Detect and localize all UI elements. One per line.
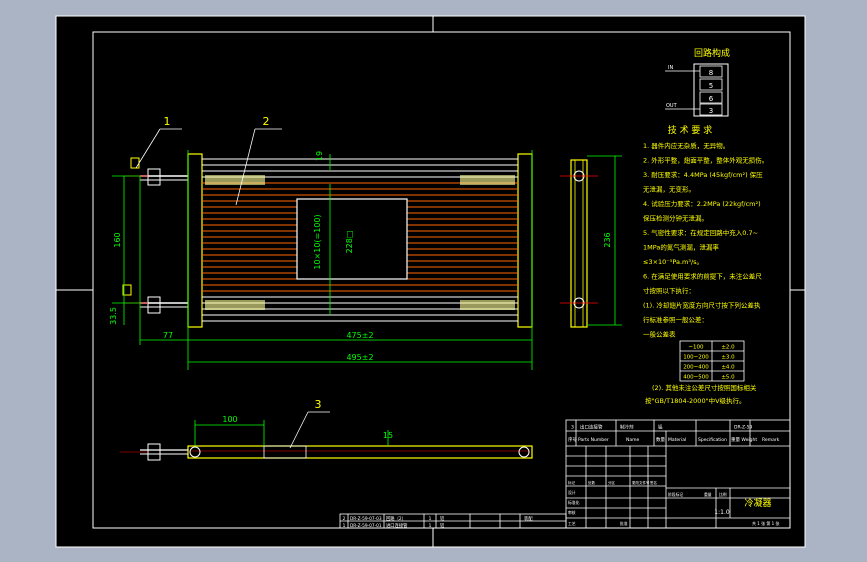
dim-475: 475±2	[346, 331, 373, 340]
tech-line: 3. 耐压要求：4.4MPa (45kgf/cm²) 保压	[643, 170, 763, 179]
tech-line: 寸按照以下执行：	[643, 286, 695, 295]
stage-label: 阶段标记	[668, 492, 683, 497]
title-label: 批准	[620, 521, 628, 526]
title-label: 标准化	[568, 500, 580, 505]
strip-r2-cell: 1	[429, 523, 432, 529]
strip-r2-cell: 铝	[440, 522, 444, 529]
inner-dim-a: 10×10(=100)	[313, 214, 322, 269]
title-row3-cell: DR-Z-59	[734, 425, 753, 431]
sheet-info: 共 1 张 第 1 张	[752, 520, 779, 526]
title-header-cell: Remark	[762, 437, 780, 443]
note2-line2: 按"GB/T1804-2000"中V级执行。	[645, 396, 746, 405]
dim-495: 495±2	[346, 353, 373, 362]
fin-highlight	[460, 175, 515, 185]
tech-line: 5. 气密性要求：在规定回路中充入0.7~	[643, 228, 758, 237]
title-header-cell: 序号	[568, 436, 577, 443]
drawing-name: 冷凝器	[744, 497, 771, 509]
tech-title: 技 术 要 求	[668, 124, 713, 136]
dim-160: 160	[113, 232, 122, 247]
tech-line: 1. 器件内应无杂质，无异物。	[643, 141, 729, 150]
drawing-scale: 1:1.0	[714, 509, 730, 516]
tol-range: 100~200	[683, 355, 709, 361]
title-row3-cell: 铝	[658, 424, 663, 431]
tech-line: 1MPa的氮气测漏，泄漏率	[643, 243, 719, 252]
tol-range: 400~500	[683, 375, 709, 381]
stage-label: 比例	[719, 492, 727, 497]
stage-label: 重量	[704, 492, 712, 497]
strip-r1-cell: 回路（2）	[386, 515, 406, 522]
note2-line1: (2). 其他未注公差尺寸按照国标相关	[652, 383, 757, 392]
title-header-cell: Name	[626, 437, 640, 443]
svg-text:2: 2	[263, 115, 270, 128]
mark-row-cell: 签名	[650, 480, 657, 485]
cad-viewport[interactable]: 10×10(=100) 228□ 19 160 33.5 77 475±2 49…	[0, 0, 867, 562]
circuit-cell-4: 3	[709, 107, 713, 115]
tol-value: ±5.0	[721, 375, 735, 381]
tech-line: 行标准参照一般公差：	[643, 315, 708, 324]
svg-text:1: 1	[164, 115, 171, 128]
in-label: IN	[668, 65, 673, 71]
title-row3-cell: 3	[571, 425, 574, 431]
inner-dim-b: 228□	[345, 231, 354, 254]
fin-highlight	[460, 300, 515, 310]
title-header-cell: Material	[668, 437, 686, 443]
fin-highlight	[205, 175, 265, 185]
dim-19: 19	[315, 151, 324, 161]
strip-r1-cell: DR-Z-59-07-03	[350, 516, 382, 522]
strip-r1-cell: 1	[429, 516, 432, 522]
title-header-cell: 重量 Weight	[731, 436, 757, 443]
title-label: 工艺	[568, 521, 576, 526]
tech-line: 一般公差表	[643, 330, 676, 339]
dim-77: 77	[163, 331, 173, 340]
strip-r2-cell: 进口连接管	[386, 522, 408, 529]
title-label: 设计	[568, 490, 576, 495]
circuit-cell-3: 6	[709, 95, 714, 103]
strip-r2-cell: 1	[343, 523, 346, 529]
title-row3-cell: 出口连接管	[580, 424, 603, 431]
model-space	[55, 15, 806, 548]
mark-row-cell: 更改文件号	[632, 480, 650, 485]
mark-row-cell: 标记	[568, 480, 576, 485]
out-label: OUT	[666, 103, 678, 109]
mark-row-cell: 处数	[588, 480, 596, 485]
tech-line: (1). 冷却翅片宽度方向尺寸按下列公差执	[643, 301, 761, 310]
tech-line: 保压检测分钟无泄漏。	[643, 214, 708, 223]
tol-value: ±4.0	[721, 365, 735, 371]
tol-value: ±3.0	[721, 355, 735, 361]
svg-text:3: 3	[315, 398, 322, 411]
strip-r2-cell: DR-Z-59-07-01	[350, 523, 382, 529]
fin-highlight	[205, 300, 265, 310]
strip-r1-cell: 铝	[440, 515, 444, 522]
dim-100: 100	[222, 415, 237, 424]
title-header-cell: 数量	[656, 436, 665, 443]
tech-line: 2. 外形平整，翅面平整，整体外观无损伤。	[643, 156, 768, 165]
mark-row-cell: 分区	[608, 480, 616, 485]
tech-line: 6. 在满足使用要求的前提下，未注公差尺	[643, 272, 762, 281]
title-row3-cell: 制冷剂	[620, 424, 634, 431]
tol-range: ~100	[688, 345, 704, 351]
strip-r1-cell: 2	[343, 516, 346, 522]
tech-line: ≤3×10⁻⁵Pa.m³/s。	[643, 258, 703, 266]
dim-15: 15	[383, 431, 393, 440]
strip-r1-cell: 装配	[524, 515, 533, 522]
circuit-cell-2: 5	[709, 82, 713, 90]
dim-236: 236	[603, 232, 612, 247]
dim-33-5: 33.5	[109, 307, 118, 325]
tech-line: 无泄漏，无变形。	[643, 185, 695, 194]
tech-line: 4. 试验压力要求：2.2MPa (22kgf/cm²)	[643, 199, 761, 208]
circuit-cell-1: 8	[709, 69, 713, 77]
circuit-title: 回路构成	[694, 47, 730, 59]
title-label: 审核	[568, 510, 576, 515]
title-header-cell: Specification	[698, 437, 727, 443]
tol-value: ±2.0	[721, 345, 735, 351]
title-header-cell: Parts Number	[578, 437, 609, 443]
tol-range: 200~400	[683, 365, 709, 371]
